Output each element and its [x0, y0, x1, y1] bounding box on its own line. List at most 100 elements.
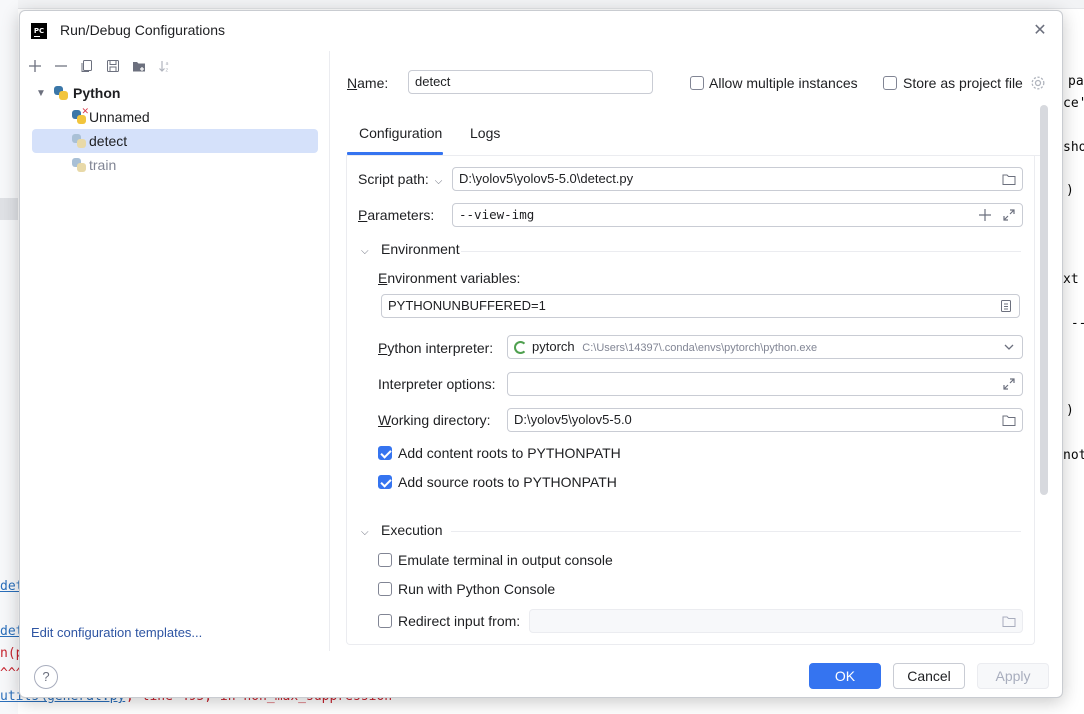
store-project-label: Store as project file	[903, 75, 1023, 91]
bg-code-fragment: xt "	[1063, 272, 1079, 287]
expand-icon[interactable]	[1002, 208, 1016, 222]
config-form: Name: detect Allow multiple instances St…	[331, 51, 1062, 651]
ide-gutter	[0, 0, 18, 714]
dialog-titlebar: PC Run/Debug Configurations ✕	[20, 11, 1062, 51]
add-content-roots-label: Add content roots to PYTHONPATH	[398, 445, 621, 461]
env-vars-label: Environment variables:	[378, 270, 521, 286]
environment-section-header[interactable]: ⌵ Environment	[361, 241, 460, 257]
env-vars-value: PYTHONUNBUFFERED=1	[388, 298, 546, 313]
dialog-title: Run/Debug Configurations	[60, 22, 225, 38]
execution-section-title: Execution	[381, 522, 443, 538]
tree-item-label: detect	[89, 133, 128, 149]
tree-item-label: Unnamed	[89, 109, 150, 125]
vertical-scrollbar[interactable]	[1040, 105, 1048, 495]
working-dir-label: Working directory:	[378, 412, 491, 428]
sort-icon[interactable]: az	[154, 55, 176, 77]
chevron-down-icon[interactable]	[1002, 340, 1016, 354]
working-dir-field[interactable]: D:\yolov5\yolov5-5.0	[507, 408, 1023, 432]
interpreter-select[interactable]: pytorch C:\Users\14397\.conda\envs\pytor…	[507, 335, 1023, 359]
add-content-roots-checkbox[interactable]	[378, 446, 392, 460]
script-path-value: D:\yolov5\yolov5-5.0\detect.py	[459, 171, 634, 186]
interpreter-name: pytorch	[532, 339, 575, 354]
redirect-input-label: Redirect input from:	[398, 613, 521, 629]
allow-multiple-checkbox[interactable]	[690, 76, 704, 90]
remove-icon[interactable]	[50, 55, 72, 77]
bg-code-fragment: sho	[1063, 140, 1084, 155]
edit-templates-link[interactable]: Edit configuration templates...	[31, 625, 202, 640]
config-tree-panel: az ▼ Python ✕ Unnamed detect train	[20, 51, 330, 651]
bg-code-fragment: ce'	[1063, 96, 1084, 111]
tree-item-train[interactable]: train	[72, 153, 322, 177]
store-project-checkbox[interactable]	[883, 76, 897, 90]
env-vars-field[interactable]: PYTHONUNBUFFERED=1	[381, 294, 1020, 318]
expand-icon[interactable]	[1002, 377, 1016, 391]
tab-configuration[interactable]: Configuration	[359, 125, 442, 141]
apply-button[interactable]: Apply	[977, 663, 1049, 689]
bg-code-fragment: --	[1070, 316, 1084, 331]
name-label: Name:	[347, 75, 389, 91]
ok-button[interactable]: OK	[809, 663, 881, 689]
tree-item-label: train	[89, 157, 117, 173]
gear-icon[interactable]	[1030, 75, 1046, 91]
redirect-input-checkbox[interactable]	[378, 614, 392, 628]
loading-spinner-icon	[514, 341, 527, 354]
pycharm-logo-icon: PC	[31, 23, 47, 39]
tree-item-detect[interactable]: detect	[32, 129, 318, 153]
save-icon[interactable]	[102, 55, 124, 77]
add-source-roots-label: Add source roots to PYTHONPATH	[398, 474, 617, 490]
cancel-button[interactable]: Cancel	[893, 663, 965, 689]
svg-text:z: z	[166, 68, 169, 74]
section-divider	[461, 251, 1021, 252]
parameters-value: --view-img	[459, 207, 535, 222]
svg-text:a: a	[166, 61, 169, 67]
emulate-terminal-label: Emulate terminal in output console	[398, 552, 613, 568]
folder-icon[interactable]	[1002, 172, 1016, 186]
chevron-down-icon[interactable]: ▼	[34, 88, 48, 99]
emulate-terminal-checkbox[interactable]	[378, 553, 392, 567]
interpreter-path: C:\Users\14397\.conda\envs\pytorch\pytho…	[582, 342, 818, 354]
ide-top-bar	[0, 0, 1084, 9]
interp-options-field[interactable]	[507, 372, 1023, 396]
python-error-icon: ✕	[72, 106, 89, 124]
python-icon	[54, 86, 68, 100]
section-divider	[451, 531, 1021, 532]
tree-group-python[interactable]: ▼ Python	[34, 81, 314, 105]
python-icon	[72, 134, 86, 148]
chevron-down-icon[interactable]: ⌵	[435, 176, 443, 187]
parameters-field[interactable]: --view-img	[452, 203, 1023, 227]
working-dir-value: D:\yolov5\yolov5-5.0	[514, 412, 632, 427]
chevron-down-icon[interactable]: ⌵	[361, 527, 375, 538]
add-icon[interactable]	[978, 208, 992, 222]
copy-icon[interactable]	[76, 55, 98, 77]
add-source-roots-checkbox[interactable]	[378, 475, 392, 489]
tree-group-label: Python	[73, 85, 121, 101]
interp-options-label: Interpreter options:	[378, 376, 496, 392]
ide-selected-line	[0, 198, 18, 220]
name-field[interactable]: detect	[408, 70, 653, 94]
help-icon[interactable]: ?	[34, 665, 58, 689]
run-with-console-checkbox[interactable]	[378, 582, 392, 596]
bg-code-fragment: )	[1066, 183, 1074, 198]
environment-section-title: Environment	[381, 241, 460, 257]
run-with-console-label: Run with Python Console	[398, 581, 556, 597]
tab-logs[interactable]: Logs	[470, 125, 500, 141]
folder-icon[interactable]	[1002, 614, 1016, 628]
execution-section-header[interactable]: ⌵ Execution	[361, 522, 442, 538]
script-path-field[interactable]: D:\yolov5\yolov5-5.0\detect.py	[452, 167, 1023, 191]
interpreter-label: Python interpreter:	[378, 340, 494, 356]
script-path-label[interactable]: Script path: ⌵	[358, 171, 442, 187]
add-icon[interactable]	[24, 55, 46, 77]
new-folder-icon[interactable]	[128, 55, 150, 77]
document-icon[interactable]	[999, 299, 1013, 313]
tree-item-unnamed[interactable]: ✕ Unnamed	[72, 105, 322, 129]
parameters-label: Parameters:	[358, 207, 435, 223]
close-icon[interactable]: ✕	[1030, 21, 1050, 41]
bg-code-fragment: pa	[1068, 74, 1084, 89]
redirect-input-field[interactable]	[529, 609, 1023, 633]
script-path-label-text: Script path:	[358, 171, 429, 187]
bg-code-fragment: not	[1063, 448, 1084, 463]
configuration-panel: Script path: ⌵ D:\yolov5\yolov5-5.0\dete…	[346, 155, 1035, 645]
folder-icon[interactable]	[1002, 413, 1016, 427]
chevron-down-icon[interactable]: ⌵	[361, 246, 375, 257]
run-debug-dialog: PC Run/Debug Configurations ✕ az ▼ Pytho…	[19, 10, 1063, 698]
